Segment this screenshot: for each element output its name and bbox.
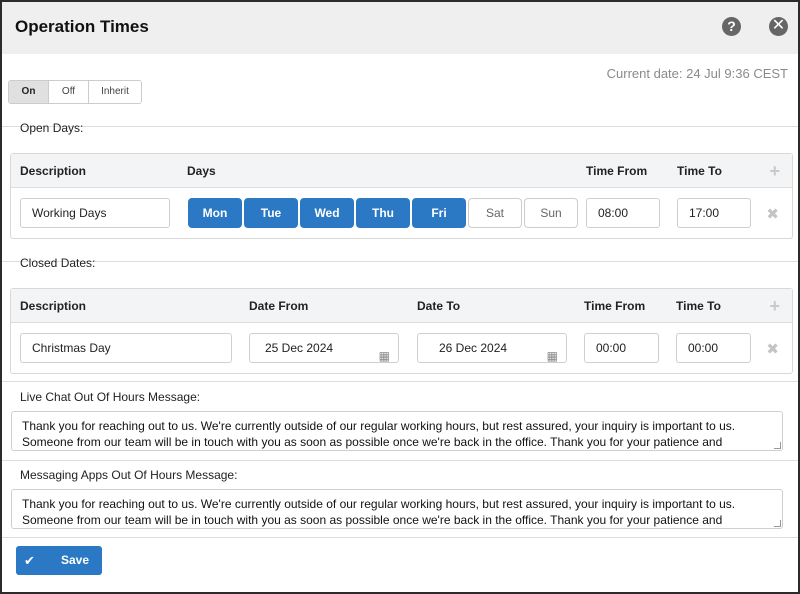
day-sun-button[interactable]: Sun (524, 198, 578, 228)
dialog-header: Operation Times ? ✕ (2, 2, 798, 54)
delete-row-icon[interactable]: ✖ (766, 340, 779, 358)
check-icon: ✔ (24, 553, 35, 568)
col-description: Description (20, 299, 87, 313)
day-tue-button[interactable]: Tue (244, 198, 298, 228)
save-button[interactable]: ✔ Save (16, 546, 102, 575)
col-date-to: Date To (417, 299, 461, 313)
date-to-input[interactable]: 26 Dec 2024 ▦ (417, 333, 567, 363)
mode-toggle: On Off Inherit (8, 80, 142, 104)
resize-handle[interactable] (774, 442, 781, 449)
day-thu-button[interactable]: Thu (356, 198, 410, 228)
resize-handle[interactable] (774, 520, 781, 527)
add-row-plus-icon[interactable]: + (769, 161, 780, 182)
col-time-from: Time From (584, 299, 646, 313)
delete-row-icon[interactable]: ✖ (766, 205, 779, 223)
open-days-table: Description Days Time From Time To + Wor… (10, 153, 793, 239)
calendar-icon[interactable]: ▦ (547, 342, 558, 370)
open-days-description-input[interactable]: Working Days (20, 198, 170, 228)
col-time-to: Time To (677, 164, 722, 178)
days-selector: Mon Tue Wed Thu Fri Sat Sun (188, 188, 588, 238)
dialog-title: Operation Times (15, 17, 149, 36)
closed-description-input[interactable]: Christmas Day (20, 333, 232, 363)
col-days: Days (187, 164, 216, 178)
closed-time-from-input[interactable]: 00:00 (584, 333, 659, 363)
save-label: Save (61, 553, 90, 567)
day-fri-button[interactable]: Fri (412, 198, 466, 228)
open-days-header: Description Days Time From Time To + (11, 154, 792, 188)
closed-time-to-input[interactable]: 00:00 (676, 333, 751, 363)
toggle-on-button[interactable]: On (9, 81, 49, 103)
close-icon[interactable]: ✕ (769, 17, 788, 36)
messaging-apps-message-text: Thank you for reaching out to us. We're … (22, 497, 736, 527)
open-days-label: Open Days: (20, 121, 84, 135)
day-wed-button[interactable]: Wed (300, 198, 354, 228)
date-from-input[interactable]: 25 Dec 2024 ▦ (249, 333, 399, 363)
divider (2, 537, 798, 538)
date-from-value: 25 Dec 2024 (265, 341, 334, 355)
day-sat-button[interactable]: Sat (468, 198, 522, 228)
col-time-from: Time From (586, 164, 648, 178)
operation-times-dialog: Operation Times ? ✕ Current date: 24 Jul… (0, 0, 800, 594)
date-to-value: 26 Dec 2024 (439, 341, 508, 355)
messaging-apps-label: Messaging Apps Out Of Hours Message: (20, 468, 238, 482)
add-row-plus-icon[interactable]: + (769, 296, 780, 317)
live-chat-message-text: Thank you for reaching out to us. We're … (22, 419, 736, 449)
messaging-apps-message-textarea[interactable]: Thank you for reaching out to us. We're … (11, 489, 783, 529)
live-chat-message-textarea[interactable]: Thank you for reaching out to us. We're … (11, 411, 783, 451)
open-time-to-input[interactable]: 17:00 (677, 198, 751, 228)
open-time-from-input[interactable]: 08:00 (586, 198, 660, 228)
col-time-to: Time To (676, 299, 721, 313)
divider (2, 126, 798, 127)
calendar-icon[interactable]: ▦ (379, 342, 390, 370)
current-date: Current date: 24 Jul 9:36 CEST (606, 66, 788, 81)
toggle-inherit-button[interactable]: Inherit (89, 81, 141, 103)
day-mon-button[interactable]: Mon (188, 198, 242, 228)
closed-dates-table: Description Date From Date To Time From … (10, 288, 793, 374)
col-description: Description (20, 164, 87, 178)
toggle-off-button[interactable]: Off (49, 81, 89, 103)
divider (2, 381, 798, 382)
live-chat-label: Live Chat Out Of Hours Message: (20, 390, 201, 404)
closed-dates-label: Closed Dates: (20, 256, 96, 270)
closed-dates-header: Description Date From Date To Time From … (11, 289, 792, 323)
col-date-from: Date From (249, 299, 309, 313)
divider (2, 460, 798, 461)
help-icon[interactable]: ? (722, 17, 741, 36)
divider (2, 261, 798, 262)
